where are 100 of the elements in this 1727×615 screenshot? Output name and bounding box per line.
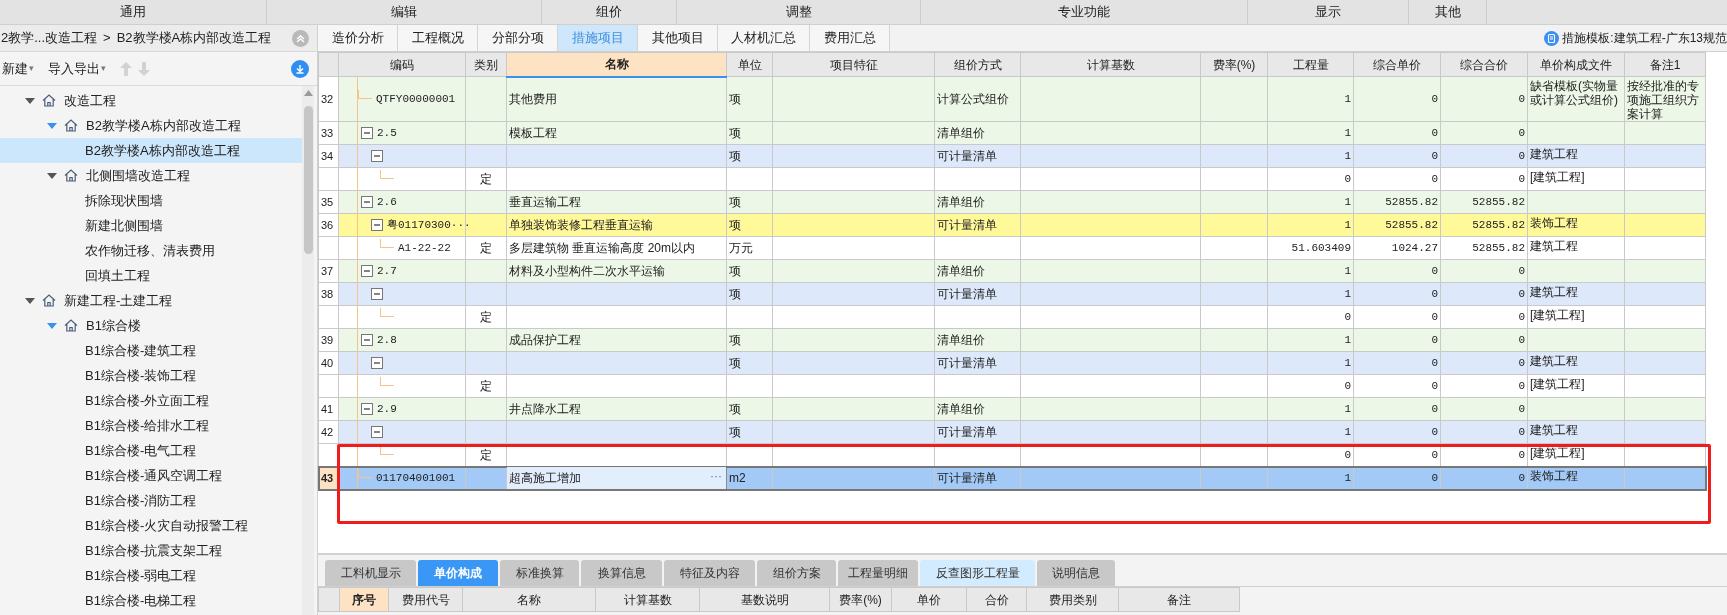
table-row[interactable]: 定 0 0 0 [建筑工程] xyxy=(318,167,1706,191)
collapse-icon[interactable] xyxy=(371,219,383,231)
tab[interactable]: 标准换算 xyxy=(500,560,579,586)
menu-tab[interactable]: 调整 xyxy=(677,0,921,24)
tree-item[interactable]: 拆除现状围墙 xyxy=(0,188,302,213)
menu-tab[interactable]: 组价 xyxy=(542,0,677,24)
tree-item[interactable]: B1综合楼 xyxy=(0,313,302,338)
column-header[interactable]: 单价 xyxy=(891,587,967,612)
tree-item[interactable]: B1综合楼-通风空调工程 xyxy=(0,463,302,488)
tab[interactable]: 造价分析 xyxy=(318,25,398,51)
tree-item[interactable]: B2教学楼A栋内部改造工程 xyxy=(0,138,302,163)
tree-item[interactable]: 改造工程 xyxy=(0,88,302,113)
scrollbar[interactable] xyxy=(302,86,314,615)
column-header[interactable]: 合价 xyxy=(966,587,1027,612)
collapse-icon[interactable] xyxy=(361,403,373,415)
menu-tab[interactable]: 专业功能 xyxy=(921,0,1248,24)
collapse-icon[interactable] xyxy=(25,95,35,106)
breadcrumb-item[interactable]: B2教学楼A栋内部改造工程 xyxy=(116,28,272,48)
tree-item[interactable]: B1综合楼-给排水工程 xyxy=(0,413,302,438)
column-header[interactable]: 费用代号 xyxy=(388,587,463,612)
tree-item[interactable]: B1综合楼-弱电工程 xyxy=(0,563,302,588)
column-header[interactable]: 综合单价 xyxy=(1353,52,1441,77)
column-header[interactable]: 序号 xyxy=(339,587,389,612)
menu-tab[interactable]: 显示 xyxy=(1248,0,1409,24)
tree-item[interactable]: B1综合楼-电梯工程 xyxy=(0,588,302,613)
column-header[interactable]: 名称 xyxy=(462,587,596,612)
collapse-icon[interactable] xyxy=(361,127,373,139)
column-header[interactable]: 项目特征 xyxy=(772,52,935,77)
toolbar-button[interactable]: 导入导出▾ xyxy=(48,58,106,79)
tree-item[interactable]: B1综合楼-电气工程 xyxy=(0,438,302,463)
collapse-icon[interactable] xyxy=(361,265,373,277)
tree-item[interactable]: 新建北侧围墙 xyxy=(0,213,302,238)
column-header[interactable]: 组价方式 xyxy=(934,52,1021,77)
menu-tab[interactable]: 编辑 xyxy=(267,0,542,24)
tree-item[interactable]: 新建工程-土建工程 xyxy=(0,288,302,313)
column-header[interactable]: 单价构成文件 xyxy=(1527,52,1625,77)
collapse-icon[interactable] xyxy=(47,320,57,331)
scroll-up-icon[interactable] xyxy=(303,90,313,96)
toolbar-button[interactable]: 新建▾ xyxy=(2,58,34,79)
collapse-icon[interactable] xyxy=(25,295,35,306)
breadcrumb-item[interactable]: 2教学...改造工程 xyxy=(1,28,98,48)
collapse-icon[interactable] xyxy=(361,196,373,208)
column-header[interactable]: 费用类别 xyxy=(1026,587,1119,612)
name-field[interactable]: 超高施工增加 ··· xyxy=(506,466,727,490)
table-row[interactable]: 34 项 可计量清单 1 0 0 建筑工程 xyxy=(318,144,1706,168)
column-header[interactable]: 类别 xyxy=(465,52,507,77)
collapse-icon[interactable] xyxy=(371,357,383,369)
collapse-icon[interactable] xyxy=(361,334,373,346)
column-header[interactable]: 编码 xyxy=(338,52,466,77)
collapse-icon[interactable] xyxy=(371,426,383,438)
column-header[interactable]: 综合合价 xyxy=(1440,52,1528,77)
tree-item[interactable]: B2教学楼A栋内部改造工程 xyxy=(0,113,302,138)
tree-item[interactable]: B1综合楼-装饰工程 xyxy=(0,363,302,388)
tree-item[interactable]: 农作物迁移、清表费用 xyxy=(0,238,302,263)
tab[interactable]: 其他项目 xyxy=(638,25,718,51)
table-row[interactable]: A1-22-22 定 多层建筑物 垂直运输高度 20m以内 万元 51.603409 1024.27 52855.82 建筑工程 xyxy=(318,236,1706,260)
tab[interactable]: 工料机显示 xyxy=(325,560,416,586)
column-header[interactable]: 工程量 xyxy=(1267,52,1354,77)
tree-item[interactable]: 北侧围墙改造工程 xyxy=(0,163,302,188)
scrollbar-thumb[interactable] xyxy=(303,106,313,254)
tab[interactable]: 工程概况 xyxy=(398,25,478,51)
table-row[interactable]: 42 项 可计量清单 1 0 0 建筑工程 xyxy=(318,420,1706,444)
tab[interactable]: 分部分项 xyxy=(478,25,558,51)
more-button[interactable]: ··· xyxy=(710,470,722,482)
tab[interactable]: 组价方案 xyxy=(757,560,836,586)
table-row[interactable]: 35 2.6 垂直运输工程 项 清单组价 1 52855.82 52855.82 xyxy=(318,190,1706,214)
table-row[interactable]: 37 2.7 材料及小型构件二次水平运输 项 清单组价 1 0 0 xyxy=(318,259,1706,283)
table-row[interactable]: 33 2.5 模板工程 项 清单组价 1 0 0 xyxy=(318,121,1706,145)
collapse-icon[interactable] xyxy=(371,288,383,300)
table-row[interactable]: 39 2.8 成品保护工程 项 清单组价 1 0 0 xyxy=(318,328,1706,352)
tab[interactable]: 工程量明细 xyxy=(838,560,918,586)
download-icon[interactable] xyxy=(291,59,309,78)
tree-item[interactable]: 回填土工程 xyxy=(0,263,302,288)
tab[interactable]: 反查图形工程量 xyxy=(920,560,1035,586)
tab[interactable]: 费用汇总 xyxy=(810,25,890,51)
column-header[interactable]: 计算基数 xyxy=(1020,52,1201,77)
tab[interactable]: 特征及内容 xyxy=(664,560,755,586)
menu-tab[interactable]: 通用 xyxy=(0,0,267,24)
tree-item[interactable]: B1综合楼-建筑工程 xyxy=(0,338,302,363)
tree-item[interactable]: B1综合楼-外立面工程 xyxy=(0,388,302,413)
column-header[interactable]: 基数说明 xyxy=(699,587,830,612)
menu-tab[interactable]: 其他 xyxy=(1409,0,1487,24)
table-row[interactable]: 定 0 0 0 [建筑工程] xyxy=(318,305,1706,329)
column-header[interactable]: 费率(%) xyxy=(1200,52,1268,77)
column-header[interactable]: 计算基数 xyxy=(595,587,700,612)
table-row[interactable]: 32 QTFY00000001 其他费用 项 计算公式组价 1 0 0 缺省模板(实物量或计算公式组价) 按经批准的专项施工组织方案计算 xyxy=(318,76,1706,122)
column-header[interactable]: 单位 xyxy=(726,52,773,77)
column-header[interactable]: 备注1 xyxy=(1624,52,1706,77)
tree-item[interactable]: B1综合楼-火灾自动报警工程 xyxy=(0,513,302,538)
table-row[interactable]: 43 011704001001 超高施工增加 ··· m2 可计量清单 1 0 0 装饰工程 xyxy=(318,466,1706,490)
table-row[interactable]: 38 项 可计量清单 1 0 0 建筑工程 xyxy=(318,282,1706,306)
collapse-icon[interactable] xyxy=(47,170,57,181)
tree-item[interactable]: B1综合楼-消防工程 xyxy=(0,488,302,513)
column-header[interactable]: 名称 xyxy=(506,52,727,77)
tab[interactable]: 换算信息 xyxy=(581,560,662,586)
tab[interactable]: 人材机汇总 xyxy=(718,25,810,51)
table-row[interactable]: 41 2.9 井点降水工程 项 清单组价 1 0 0 xyxy=(318,397,1706,421)
tab[interactable]: 说明信息 xyxy=(1037,560,1115,586)
table-row[interactable]: 40 项 可计量清单 1 0 0 建筑工程 xyxy=(318,351,1706,375)
tree-item[interactable]: B1综合楼-抗震支架工程 xyxy=(0,538,302,563)
